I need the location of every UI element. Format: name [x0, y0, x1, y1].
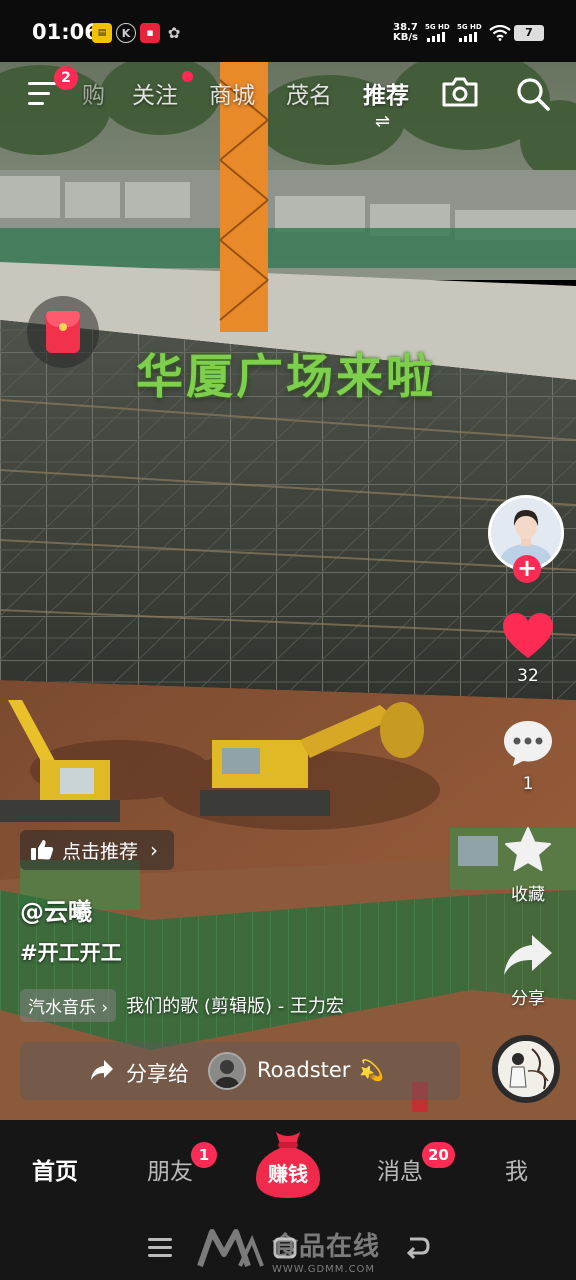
comment-button[interactable]: 1 — [497, 718, 559, 794]
share-arrow-icon — [91, 1060, 113, 1080]
wifi-icon — [489, 25, 511, 41]
switch-feed-icon[interactable]: ⇌ — [375, 111, 390, 132]
tab-home[interactable]: 首页 — [32, 1152, 78, 1186]
system-navigation-bar: 食品在线 WWW.GDMM.COM — [0, 1216, 576, 1280]
follow-plus-button[interactable]: + — [513, 555, 541, 583]
back-icon[interactable] — [404, 1236, 430, 1260]
red-packet-button[interactable] — [27, 296, 99, 368]
share-to-friend-bar[interactable]: 分享给 Roadster 💫 — [20, 1042, 460, 1100]
like-count: 32 — [517, 666, 539, 686]
camera-icon[interactable] — [441, 76, 479, 108]
favorite-label: 收藏 — [511, 885, 545, 905]
thumbs-up-icon — [31, 840, 54, 860]
sparkle-emoji: 💫 — [359, 1058, 384, 1082]
battery-level: 7 — [514, 25, 544, 41]
notes-app-icon: ▤ — [92, 23, 112, 43]
bottom-tab-bar: 首页 朋友 1 赚钱 消息 20 我 — [0, 1120, 576, 1216]
chevron-right-icon: › — [150, 838, 159, 862]
recommend-chip[interactable]: 点击推荐 › — [20, 830, 175, 870]
earn-label: 赚钱 — [268, 1162, 308, 1186]
music-disc-button[interactable] — [492, 1035, 560, 1103]
recent-apps-icon[interactable] — [148, 1238, 172, 1258]
tab-messages[interactable]: 消息 — [377, 1152, 423, 1186]
friend-name: Roadster — [257, 1058, 351, 1082]
k-app-icon: K — [116, 23, 136, 43]
comment-count: 1 — [522, 774, 534, 794]
news-app-icon: ■ — [140, 23, 160, 43]
favorite-button[interactable]: 收藏 — [497, 826, 559, 905]
tab-shopping[interactable]: 购 — [82, 76, 106, 110]
share-arrow-icon — [504, 935, 552, 975]
tab-me[interactable]: 我 — [505, 1152, 528, 1186]
clock: 01:06 — [32, 20, 99, 44]
search-icon[interactable] — [515, 76, 551, 112]
site-watermark: 食品在线 WWW.GDMM.COM — [196, 1222, 396, 1280]
tab-local[interactable]: 茂名 — [286, 76, 332, 110]
friends-badge: 1 — [191, 1142, 217, 1168]
watermark-url: WWW.GDMM.COM — [272, 1264, 376, 1275]
red-envelope-icon — [46, 311, 80, 353]
recommend-chip-label: 点击推荐 — [62, 840, 139, 863]
friend-portrait — [210, 1054, 244, 1088]
tab-friends[interactable]: 朋友 — [147, 1152, 193, 1186]
menu-badge: 2 — [54, 66, 78, 90]
share-button[interactable]: 分享 — [497, 932, 559, 1009]
share-label: 分享 — [511, 989, 545, 1009]
menu-icon[interactable] — [28, 82, 56, 106]
pinwheel-app-icon: ✿ — [167, 24, 181, 42]
sim2-label: 5G HD — [457, 23, 482, 31]
star-icon — [505, 827, 551, 871]
tab-mall[interactable]: 商城 — [209, 76, 255, 110]
friend-avatar — [208, 1052, 246, 1090]
music-source-tag[interactable]: 汽水音乐 › — [20, 988, 117, 1022]
comment-icon — [504, 721, 552, 766]
following-new-dot — [182, 71, 193, 82]
author-name[interactable]: @云曦 — [20, 892, 92, 927]
music-cover-art — [498, 1041, 554, 1097]
top-navigation: 2 购 关注 商城 茂名 推荐 ⇌ — [0, 62, 576, 132]
author-avatar-button[interactable]: + — [488, 495, 566, 583]
sim2-signal-icon: 5G HD — [457, 23, 485, 44]
music-row[interactable]: 汽水音乐 › 我们的歌 (剪辑版) - 王力宏 — [20, 988, 344, 1022]
messages-badge: 20 — [422, 1142, 455, 1168]
watermark-logo — [197, 1229, 264, 1267]
tab-recommend[interactable]: 推荐 — [363, 76, 409, 110]
share-to-label: 分享给 — [126, 1062, 189, 1086]
heart-icon — [503, 613, 553, 658]
sim1-label: 5G HD — [425, 23, 450, 31]
video-caption: 华厦广场来啦 — [136, 350, 436, 405]
network-speed: 38.7 KB/s — [393, 23, 418, 43]
tab-following[interactable]: 关注 — [132, 76, 178, 110]
hashtag[interactable]: #开工开工 — [20, 937, 122, 967]
music-title[interactable]: 我们的歌 (剪辑版) - 王力宏 — [126, 992, 344, 1018]
network-speed-unit: KB/s — [393, 32, 418, 43]
sim1-signal-icon: 5G HD — [425, 23, 453, 44]
status-bar: 01:06 ▤ K ■ ✿ 38.7 KB/s 5G HD 5G HD 7 — [0, 0, 576, 62]
like-button[interactable]: 32 — [497, 612, 559, 686]
watermark-text: 食品在线 — [272, 1232, 381, 1262]
earn-money-button[interactable]: 赚钱 — [252, 1128, 324, 1202]
